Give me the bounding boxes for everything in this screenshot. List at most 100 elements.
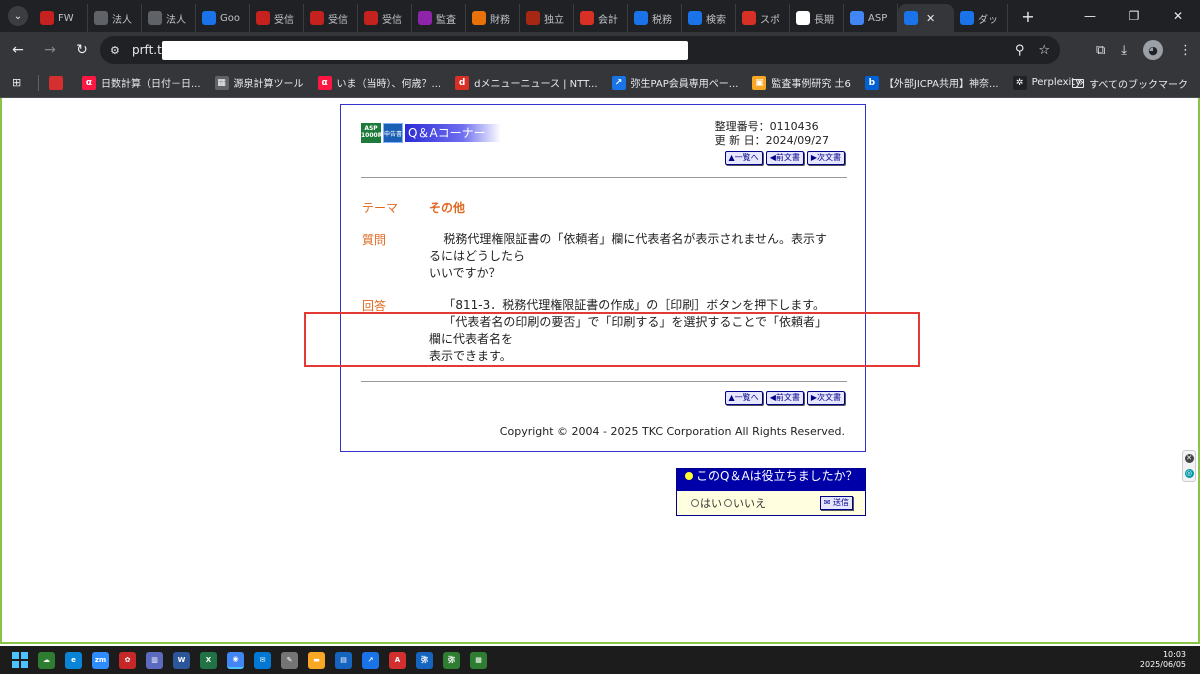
tab-title: ダッ	[978, 14, 998, 26]
widget-icon[interactable]: ◎	[1184, 469, 1194, 478]
feedback-question: このQ＆Aは役立ちましたか？	[677, 469, 865, 491]
acrobat-icon[interactable]: A	[389, 651, 406, 669]
browser-tab[interactable]: 財務	[466, 4, 520, 32]
browser-tab[interactable]: 監査	[412, 4, 466, 32]
bookmark-item[interactable]: ↗ 弥生PAP会員専用ペー...	[611, 75, 738, 90]
pen-icon[interactable]: ✎	[281, 651, 298, 669]
bookmark-item[interactable]: b 【外部JICPA共用】神奈...	[864, 75, 999, 90]
yes-radio[interactable]: はい	[691, 495, 722, 511]
extensions-icon[interactable]: ⧉	[1096, 43, 1105, 58]
tab-title: 法人	[166, 14, 186, 26]
site-info-icon[interactable]: ⚙	[110, 44, 126, 57]
box-icon: b	[864, 75, 879, 90]
app-icon[interactable]: ▤	[335, 651, 352, 669]
qa-meta: 整理番号：0110436 更 新 日：2024/09/27	[715, 120, 829, 148]
browser-tab[interactable]: 独立	[520, 4, 574, 32]
doc-nav-bottom: ▲一覧へ ◀前文書 ▶次文書	[724, 391, 845, 405]
bookmark-item[interactable]: ✲ Perplexity	[1012, 75, 1081, 90]
arrow-icon[interactable]: ↗	[362, 651, 379, 669]
copyright: Copyright © 2004 - 2025 TKC Corporation …	[499, 425, 845, 438]
book-icon	[526, 11, 540, 25]
restore-button[interactable]: ❐	[1112, 0, 1156, 32]
reload-button[interactable]: ↻	[68, 36, 96, 64]
bookmark-item[interactable]: ▣ 監査事例研究 土6	[752, 75, 851, 90]
close-window-button[interactable]: ✕	[1156, 0, 1200, 32]
tkc-icon	[904, 11, 918, 25]
divider	[361, 381, 847, 382]
new-tab-button[interactable]: +	[1016, 7, 1040, 26]
excel-icon[interactable]: X	[200, 651, 217, 669]
feedback-panel: このQ＆Aは役立ちましたか？ はい いいえ ✉ 送信	[676, 468, 866, 516]
system-clock[interactable]: 10:03 2025/06/05	[1140, 650, 1186, 670]
browser-tab[interactable]: 受信	[304, 4, 358, 32]
forward-button[interactable]: →	[36, 36, 64, 64]
browser-tab[interactable]: Goo	[196, 4, 250, 32]
close-tab-icon[interactable]: ✕	[926, 12, 935, 25]
start-icon[interactable]	[12, 652, 28, 668]
bookmark-item[interactable]: α いま（当時）、何歳？...	[317, 75, 441, 90]
app-icon[interactable]: ▥	[146, 651, 163, 669]
browser-tab[interactable]: 税務	[628, 4, 682, 32]
browser-tab[interactable]: FW	[34, 4, 88, 32]
prev-doc-button[interactable]: ◀前文書	[765, 151, 804, 165]
profile-avatar[interactable]: ◕	[1143, 40, 1163, 60]
globe-icon	[94, 11, 108, 25]
download-icon[interactable]: ⤓	[1121, 43, 1127, 58]
tab-search-icon[interactable]: ⌄	[8, 6, 28, 26]
question-text: 税務代理権限証書の「依頼者」欄に代表者名が表示されません。表示す るにはどうした…	[429, 231, 849, 282]
zoom-icon[interactable]: ⚲	[1015, 43, 1025, 58]
menu-icon[interactable]: ⋮	[1179, 43, 1192, 58]
edge-icon[interactable]: e	[65, 651, 82, 669]
browser-tab[interactable]: ASP	[844, 4, 898, 32]
bookmark-star-icon[interactable]: ☆	[1038, 43, 1050, 58]
index-button[interactable]: ▲一覧へ	[724, 151, 763, 165]
d-icon: d	[455, 75, 470, 90]
browser-tab[interactable]: 検索	[682, 4, 736, 32]
address-bar[interactable]: ⚙ prft.tk ⚲ ☆	[100, 36, 1060, 64]
prev-doc-button[interactable]: ◀前文書	[765, 391, 804, 405]
browser-tab[interactable]: 長期	[790, 4, 844, 32]
browser-tab[interactable]: 法人	[88, 4, 142, 32]
app-icon[interactable]: ▦	[470, 651, 487, 669]
apps-icon[interactable]: ⊞	[12, 76, 28, 89]
app-icon[interactable]: 弥	[443, 651, 460, 669]
no-radio[interactable]: いいえ	[724, 495, 766, 511]
url-redaction	[162, 41, 688, 60]
app-icon[interactable]: 弥	[416, 651, 433, 669]
close-icon[interactable]: ✕	[1184, 454, 1194, 463]
minimize-button[interactable]: —	[1068, 0, 1112, 32]
next-doc-button[interactable]: ▶次文書	[806, 391, 845, 405]
browser-tab[interactable]: 受信	[358, 4, 412, 32]
send-button[interactable]: ✉ 送信	[819, 496, 853, 510]
tab-list: FW 法人 法人 Goo 受信 受信 受信 監査 財務 独立 会計 税務 検索 スポ 長期 ASP ✕ ダッ	[34, 0, 1008, 32]
browser-tab[interactable]: 法人	[142, 4, 196, 32]
bookmark-label: 日数計算（日付－日...	[101, 79, 201, 90]
browser-tab[interactable]: 受信	[250, 4, 304, 32]
radio-icon	[724, 499, 732, 507]
browser-tab[interactable]: スポ	[736, 4, 790, 32]
back-button[interactable]: ←	[4, 36, 32, 64]
bookmark-item[interactable]	[49, 75, 68, 90]
taskbar-apps: ☁ e zm ✿ ▥ W X ◉ ✉ ✎ ▬ ▤ ↗ A 弥弥 ▦	[28, 651, 487, 669]
folder-icon[interactable]: ▬	[308, 651, 325, 669]
weather-icon[interactable]: ☁	[38, 651, 55, 669]
gmail-icon	[256, 11, 270, 25]
browser-tab[interactable]: ✕	[898, 4, 954, 32]
index-button[interactable]: ▲一覧へ	[724, 391, 763, 405]
bookmark-item[interactable]: d dメニューニュース | NTT...	[455, 75, 598, 90]
all-bookmarks-button[interactable]: すべてのブックマーク	[1072, 76, 1188, 91]
next-doc-button[interactable]: ▶次文書	[806, 151, 845, 165]
word-icon[interactable]: W	[173, 651, 190, 669]
zoom-icon[interactable]: zm	[92, 651, 109, 669]
bookmark-item[interactable]: α 日数計算（日付－日...	[82, 75, 201, 90]
side-widget[interactable]: ✕ ◎	[1182, 450, 1196, 482]
alpha-icon: α	[317, 75, 332, 90]
calculator-icon: ▦	[214, 75, 229, 90]
bullet-icon	[685, 472, 693, 480]
mail-icon[interactable]: ✉	[254, 651, 271, 669]
app-icon[interactable]: ✿	[119, 651, 136, 669]
bookmark-item[interactable]: ▦ 源泉計算ツール	[214, 75, 304, 90]
chrome-icon[interactable]: ◉	[227, 651, 244, 669]
browser-tab[interactable]: 会計	[574, 4, 628, 32]
browser-tab[interactable]: ダッ	[954, 4, 1008, 32]
